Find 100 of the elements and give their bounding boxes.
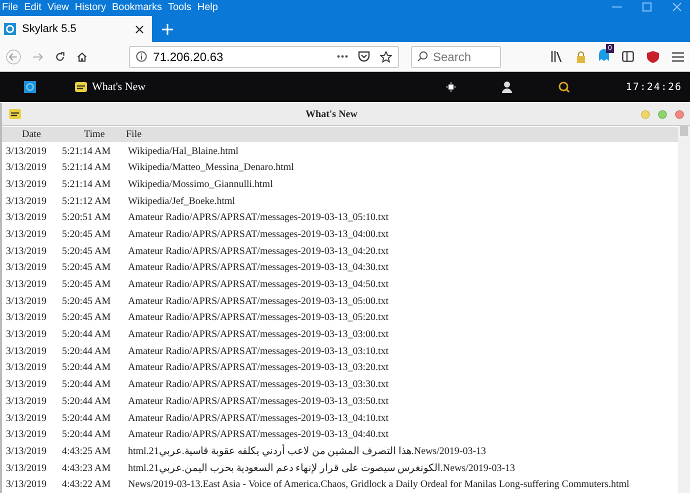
table-cell: Amateur Radio/APRS/APRSAT/messages-2019-03-13_03:30.txt (128, 379, 389, 390)
table-cell: 4:43:22 AM (62, 479, 111, 490)
table-cell: 5:20:44 AM (62, 346, 111, 357)
table-cell: 3/13/2019 (6, 362, 47, 374)
table-cell: 5:20:44 AM (62, 329, 111, 340)
table-cell: 5:21:14 AM (62, 162, 111, 174)
table-cell: 3/13/2019 (6, 346, 47, 357)
table-cell: 3/13/2019 (6, 279, 47, 290)
table-cell: Amateur Radio/APRS/APRSAT/messages-2019-03-13_05:20.txt (128, 312, 389, 324)
table-cell: 3/13/2019 (6, 412, 47, 424)
lock-icon[interactable] (576, 50, 586, 62)
menu-item[interactable]: History (72, 2, 110, 12)
scrollbar-thumb[interactable] (680, 126, 688, 136)
close-button[interactable] (675, 110, 684, 118)
home-icon[interactable] (77, 50, 88, 62)
taskbar-item[interactable]: What's New (74, 81, 146, 93)
ghost-icon[interactable] (598, 48, 609, 60)
table-cell: 3/13/2019 (6, 446, 47, 457)
table-cell: Amateur Radio/APRS/APRSAT/messages-2019-03-13_04:30.txt (128, 262, 389, 274)
table-cell: 5:21:14 AM (62, 178, 111, 190)
maximize-button[interactable] (658, 110, 667, 118)
table-cell: 5:20:45 AM (62, 279, 111, 290)
table-cell: Amateur Radio/APRS/APRSAT/messages-2019-03-13_04:10.txt (128, 412, 389, 424)
table-cell: Amateur Radio/APRS/APRSAT/messages-2019-03-13_04:20.txt (128, 246, 389, 257)
new-tab-icon[interactable] (162, 24, 173, 35)
table-cell: Amateur Radio/APRS/APRSAT/messages-2019-03-13_04:50.txt (128, 279, 389, 290)
table-cell: 5:21:12 AM (62, 196, 111, 207)
table-cell: 4:43:23 AM (62, 462, 111, 474)
menu-item[interactable]: Edit (22, 2, 46, 12)
table-cell: 3/13/2019 (6, 379, 47, 390)
table-cell: News/2019-03-13.East Asia - Voice of America.Chaos, Gridlock a Daily Ordeal for Manilas Long-suffering Commuters.html (128, 479, 630, 490)
address-bar[interactable]: 71.206.20.63 (129, 46, 399, 68)
scrollbar[interactable] (678, 126, 690, 493)
menu-item[interactable]: Help (195, 2, 222, 12)
column-header[interactable]: Date (2, 126, 58, 142)
table-cell: Amateur Radio/APRS/APRSAT/messages-2019-03-13_03:10.txt (128, 346, 389, 357)
menu-item[interactable]: File (0, 2, 22, 12)
table-cell: 5:20:51 AM (62, 212, 111, 224)
table-cell: 3/13/2019 (6, 479, 47, 490)
maximize-icon[interactable] (642, 2, 652, 12)
table-cell: Wikipedia/Jef_Boeke.html (128, 196, 236, 207)
network-icon[interactable] (446, 82, 456, 92)
table-cell: 3/13/2019 (6, 146, 47, 157)
table-cell: 5:21:14 AM (62, 146, 111, 157)
table-cell: Wikipedia/Matteo_Messina_Denaro.html (128, 162, 294, 174)
search-icon[interactable] (558, 81, 570, 93)
table-cell: 3/13/2019 (6, 312, 47, 324)
library-icon[interactable] (550, 51, 563, 62)
table-cell: Amateur Radio/APRS/APRSAT/messages-2019-03-13_04:40.txt (128, 429, 389, 440)
table-cell: 3/13/2019 (6, 162, 47, 174)
search-icon (416, 51, 428, 62)
table-cell: 5:20:44 AM (62, 429, 111, 440)
table-cell: Amateur Radio/APRS/APRSAT/messages-2019-03-13_04:00.txt (128, 228, 389, 240)
star-icon[interactable] (380, 50, 392, 62)
search-field[interactable]: Search (410, 46, 501, 68)
table-cell: News/2019-03-13.الكونغرس سيصوت على قرار لإنهاء دعم السعودية بحرب اليمن.عربي21.html (128, 462, 516, 474)
app-icon (4, 23, 16, 35)
column-header[interactable]: File (124, 126, 678, 142)
browser-tab[interactable]: Skylark 5.5 (0, 16, 152, 42)
table-cell: 5:20:45 AM (62, 262, 111, 274)
app-window-icon (74, 81, 88, 93)
table-cell: 3/13/2019 (6, 228, 47, 240)
table-cell: 3/13/2019 (6, 396, 47, 407)
table-cell: 5:20:44 AM (62, 412, 111, 424)
table-cell: 3/13/2019 (6, 429, 47, 440)
table-cell: 4:43:25 AM (62, 446, 111, 457)
pocket-icon[interactable] (358, 51, 370, 62)
table-cell: 3/13/2019 (6, 262, 47, 274)
table-cell: Amateur Radio/APRS/APRSAT/messages-2019-03-13_03:20.txt (128, 362, 389, 374)
table-cell: Amateur Radio/APRS/APRSAT/messages-2019-03-13_05:10.txt (128, 212, 389, 224)
reload-icon[interactable] (55, 50, 66, 62)
table-cell: 5:20:45 AM (62, 246, 111, 257)
table-cell: 3/13/2019 (6, 178, 47, 190)
back-icon[interactable] (6, 48, 22, 66)
user-icon[interactable] (502, 81, 512, 93)
table-cell: Wikipedia/Mossimo_Giannulli.html (128, 178, 273, 190)
table-cell: 3/13/2019 (6, 196, 47, 207)
column-header[interactable]: Time (58, 126, 124, 142)
table-cell: 3/13/2019 (6, 296, 47, 307)
menu-item[interactable]: Bookmarks (110, 2, 166, 12)
table-cell: 3/13/2019 (6, 462, 47, 474)
menu-item[interactable]: Tools (166, 2, 196, 12)
table-cell: 5:20:45 AM (62, 312, 111, 324)
table-cell: 5:20:44 AM (62, 396, 111, 407)
table-cell: 5:20:45 AM (62, 296, 111, 307)
sidebar-icon[interactable] (622, 51, 634, 62)
clock: 17:24:26 (626, 82, 682, 92)
table-cell: 5:20:44 AM (62, 362, 111, 374)
app-window-icon (8, 108, 22, 120)
table-cell: Wikipedia/Hal_Blaine.html (128, 146, 238, 157)
info-icon[interactable] (136, 51, 148, 62)
shield-icon[interactable] (646, 50, 659, 62)
menu-icon[interactable] (672, 52, 684, 62)
window-title: What's New (304, 108, 358, 120)
menu-item[interactable]: View (45, 2, 73, 12)
table-cell: 5:20:45 AM (62, 228, 111, 240)
close-icon[interactable] (135, 24, 144, 34)
table-cell: Amateur Radio/APRS/APRSAT/messages-2019-03-13_03:00.txt (128, 329, 389, 340)
more-icon[interactable] (336, 55, 348, 58)
table-cell: 5:20:44 AM (62, 379, 111, 390)
